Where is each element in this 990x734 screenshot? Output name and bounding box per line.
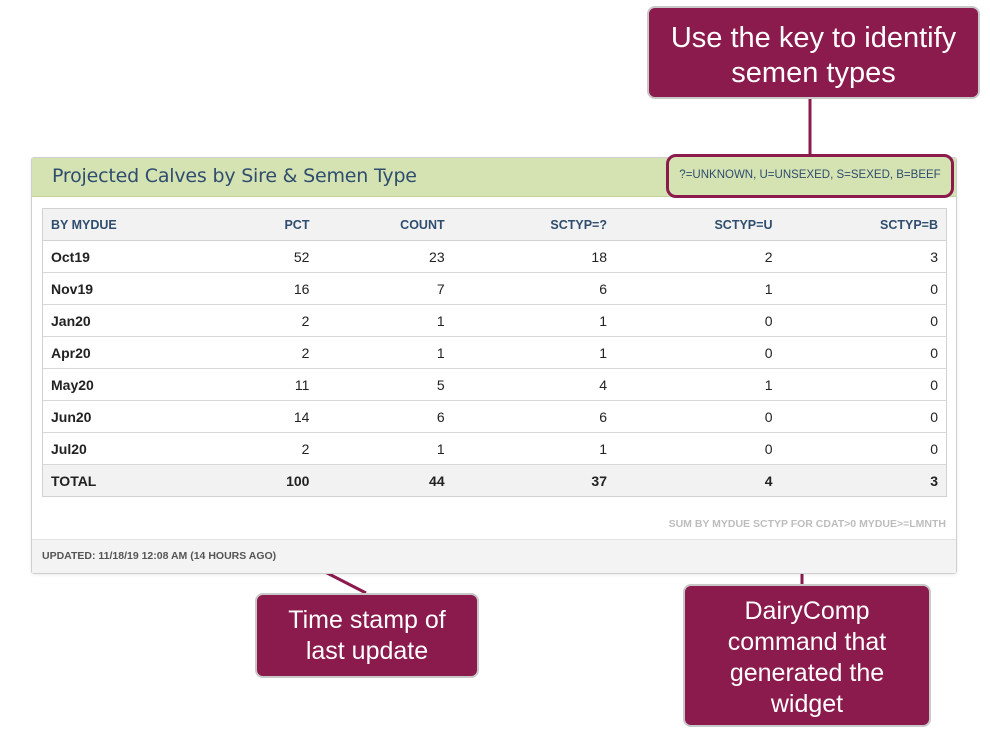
cell-sctyp-unsexed: 1 (615, 368, 781, 401)
semen-type-key: ?=UNKNOWN, U=UNSEXED, S=SEXED, B=BEEF (666, 154, 954, 198)
cell-count: 23 (317, 240, 453, 273)
cell-sctyp-beef: 0 (780, 400, 946, 433)
column-header-sctyp-unsexed[interactable]: SCTYP=U (615, 209, 781, 241)
command-callout-line: DairyComp (744, 597, 870, 625)
cell-mydue: Nov19 (43, 272, 226, 305)
cell-total-sctyp-beef: 3 (780, 464, 946, 496)
cell-mydue: Jul20 (43, 432, 226, 465)
cell-sctyp-beef: 3 (780, 240, 946, 273)
table-total-row: TOTAL 100 44 37 4 3 (43, 464, 946, 496)
cell-pct: 2 (225, 304, 318, 337)
widget-footer: UPDATED: 11/18/19 12:08 AM (14 HOURS AGO… (32, 539, 956, 573)
cell-count: 5 (317, 368, 453, 401)
cell-count: 7 (317, 272, 453, 305)
semen-type-key-text: ?=UNKNOWN, U=UNSEXED, S=SEXED, B=BEEF (679, 169, 941, 181)
table-row: Jan20 2 1 1 0 0 (43, 304, 946, 337)
column-header-pct[interactable]: PCT (225, 209, 318, 241)
cell-sctyp-beef: 0 (780, 272, 946, 305)
cell-sctyp-unsexed: 0 (615, 304, 781, 337)
cell-sctyp-unsexed: 0 (615, 336, 781, 369)
cell-sctyp-beef: 0 (780, 368, 946, 401)
key-callout: Use the key to identify semen types (647, 6, 980, 99)
cell-sctyp-unknown: 1 (452, 432, 615, 465)
cell-pct: 52 (225, 240, 318, 273)
cell-sctyp-unknown: 1 (452, 336, 615, 369)
table-row: Oct19 52 23 18 2 3 (43, 240, 946, 273)
table-row: May20 11 5 4 1 0 (43, 368, 946, 401)
timestamp-callout-line: Time stamp of (288, 606, 446, 634)
cell-sctyp-unknown: 6 (452, 272, 615, 305)
timestamp-callout: Time stamp of last update (255, 593, 479, 678)
cell-sctyp-unknown: 18 (452, 240, 615, 273)
cell-sctyp-beef: 0 (780, 304, 946, 337)
table-header-row: BY MYDUE PCT COUNT SCTYP=? SCTYP=U SCTYP… (43, 209, 946, 241)
table-row: Jul20 2 1 1 0 0 (43, 432, 946, 465)
command-callout: DairyComp command that generated the wid… (683, 584, 931, 727)
cell-sctyp-unsexed: 2 (615, 240, 781, 273)
command-callout-line: command that (727, 628, 887, 656)
cell-pct: 2 (225, 336, 318, 369)
cell-total-sctyp-unknown: 37 (452, 464, 615, 496)
cell-sctyp-unsexed: 0 (615, 432, 781, 465)
cell-sctyp-unsexed: 1 (615, 272, 781, 305)
column-header-count[interactable]: COUNT (317, 209, 453, 241)
command-callout-line: generated the (729, 659, 885, 687)
cell-sctyp-unknown: 1 (452, 304, 615, 337)
column-header-sctyp-unknown[interactable]: SCTYP=? (452, 209, 615, 241)
cell-mydue: Oct19 (43, 240, 226, 273)
projected-calves-widget: Projected Calves by Sire & Semen Type ?=… (31, 154, 957, 574)
cell-mydue: May20 (43, 368, 226, 401)
cell-mydue: Jun20 (43, 400, 226, 433)
key-callout-line: Use the key to identify (670, 22, 957, 54)
cell-total-sctyp-unsexed: 4 (615, 464, 781, 496)
column-header-sctyp-beef[interactable]: SCTYP=B (780, 209, 946, 241)
cell-mydue: Jan20 (43, 304, 226, 337)
command-callout-line: widget (770, 690, 844, 718)
cell-sctyp-unknown: 4 (452, 368, 615, 401)
table-row: Jun20 14 6 6 0 0 (43, 400, 946, 433)
cell-sctyp-unsexed: 0 (615, 400, 781, 433)
widget-title: Projected Calves by Sire & Semen Type (52, 165, 417, 187)
cell-total-label: TOTAL (43, 464, 226, 496)
calves-table: BY MYDUE PCT COUNT SCTYP=? SCTYP=U SCTYP… (43, 209, 946, 496)
column-header-by-mydue[interactable]: BY MYDUE (43, 209, 226, 241)
cell-mydue: Apr20 (43, 336, 226, 369)
cell-count: 1 (317, 432, 453, 465)
dairycomp-command: SUM BY MYDUE SCTYP FOR CDAT>0 MYDUE>=LMN… (668, 518, 946, 530)
cell-total-count: 44 (317, 464, 453, 496)
key-callout-line: semen types (731, 57, 896, 89)
updated-timestamp: UPDATED: 11/18/19 12:08 AM (14 HOURS AGO… (42, 550, 277, 562)
cell-total-pct: 100 (225, 464, 318, 496)
widget-header: Projected Calves by Sire & Semen Type ?=… (32, 154, 956, 198)
cell-count: 1 (317, 336, 453, 369)
timestamp-callout-line: last update (305, 637, 429, 665)
stage: Projected Calves by Sire & Semen Type ?=… (0, 0, 990, 734)
cell-sctyp-beef: 0 (780, 432, 946, 465)
cell-pct: 14 (225, 400, 318, 433)
calves-table-wrapper: BY MYDUE PCT COUNT SCTYP=? SCTYP=U SCTYP… (42, 208, 947, 497)
cell-sctyp-unknown: 6 (452, 400, 615, 433)
cell-count: 6 (317, 400, 453, 433)
cell-sctyp-beef: 0 (780, 336, 946, 369)
cell-pct: 16 (225, 272, 318, 305)
cell-count: 1 (317, 304, 453, 337)
table-row: Nov19 16 7 6 1 0 (43, 272, 946, 305)
cell-pct: 11 (225, 368, 318, 401)
cell-pct: 2 (225, 432, 318, 465)
table-row: Apr20 2 1 1 0 0 (43, 336, 946, 369)
